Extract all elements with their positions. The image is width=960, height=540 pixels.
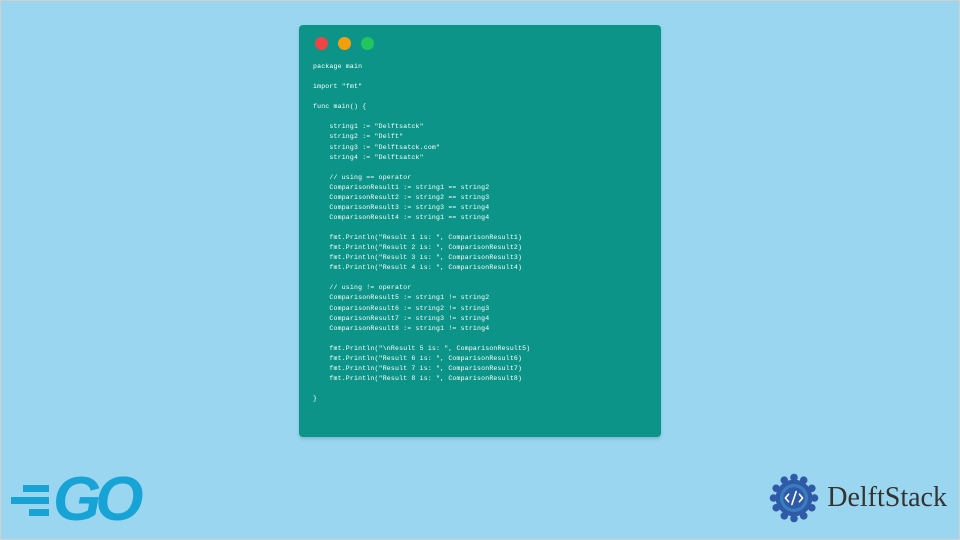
page-canvas: package main import "fmt" func main() { …	[0, 0, 960, 540]
minimize-icon	[338, 37, 351, 50]
go-speed-lines-icon	[11, 485, 49, 516]
titlebar	[313, 35, 647, 50]
maximize-icon	[361, 37, 374, 50]
delftstack-badge-icon	[767, 471, 821, 525]
close-icon	[315, 37, 328, 50]
go-wordmark: GO	[53, 469, 137, 531]
go-logo: GO	[11, 469, 137, 531]
delftstack-logo: DelftStack	[767, 471, 947, 525]
delftstack-wordmark: DelftStack	[827, 482, 947, 514]
code-block: package main import "fmt" func main() { …	[313, 62, 647, 404]
code-window: package main import "fmt" func main() { …	[299, 25, 661, 437]
